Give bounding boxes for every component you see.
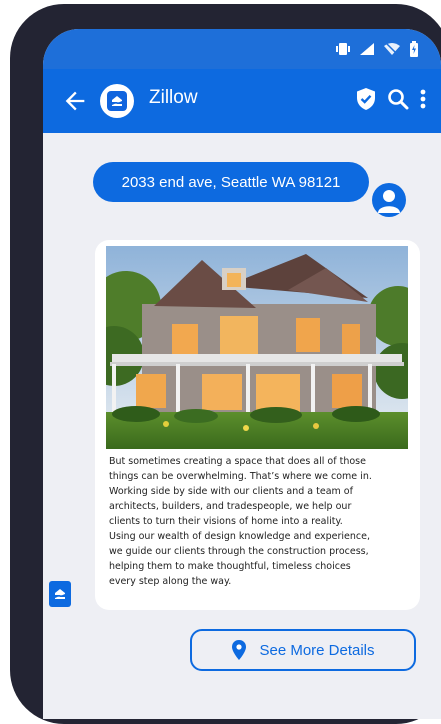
app-bar-actions [355,87,427,111]
user-message-bubble: 2033 end ave, Seattle WA 98121 [93,162,369,202]
signal-icon [360,43,374,55]
text-line: Working side by side with our clients an… [109,486,353,497]
shield-check-icon[interactable] [355,87,377,111]
wifi-icon [384,42,400,56]
status-icons [335,41,419,57]
status-bar [43,29,441,69]
text-line: we guide our clients through the constru… [109,546,369,557]
house-image [106,246,408,449]
card-paragraph: But sometimes creating a space that does… [109,454,411,589]
text-line: But sometimes creating a space that does… [109,456,366,467]
text-line: clients to turn their visions of home in… [109,516,343,527]
text-line: Using our wealth of design knowledge and… [109,531,371,542]
zillow-logo-icon [107,91,127,111]
battery-icon [410,41,418,57]
bot-avatar-icon [49,581,71,607]
location-pin-icon [232,640,247,660]
back-arrow-icon[interactable] [61,87,89,115]
user-avatar-icon [372,183,406,217]
vibrate-icon [336,43,350,55]
screen: Zillow 2033 end ave, Seattle WA 98121 Bu… [43,29,441,719]
more-vert-icon[interactable] [419,88,427,110]
app-title: Zillow [149,87,198,108]
text-line: things can be overwhelming. That’s where… [109,471,372,482]
text-line: every step along the way. [109,576,232,587]
app-bar: Zillow [43,69,441,133]
zillow-logo [100,84,134,118]
text-line: architects, builders, and tradespeople, … [109,501,352,512]
see-more-details-button[interactable]: See More Details [190,629,416,671]
text-line: helping them to make thoughtful, timeles… [109,561,351,572]
bot-message-card: But sometimes creating a space that does… [95,240,420,610]
details-button-label: See More Details [259,641,375,659]
phone-frame: Zillow 2033 end ave, Seattle WA 98121 Bu… [10,4,441,724]
search-icon[interactable] [387,88,409,110]
